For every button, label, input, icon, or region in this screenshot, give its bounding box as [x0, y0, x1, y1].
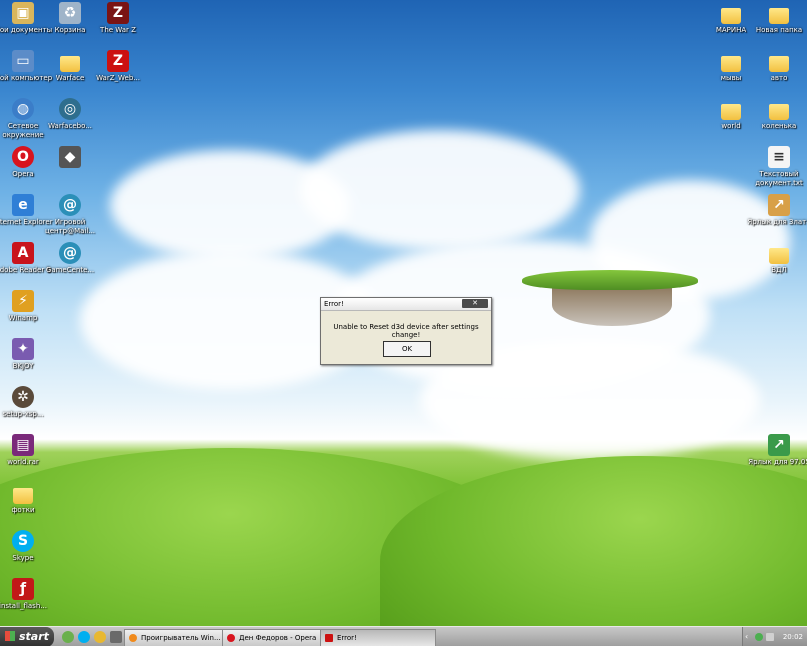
desktop[interactable]: ▣ Мои документы ♻ Корзина Z The War Z ▭ …	[0, 0, 807, 646]
skype-icon: S	[12, 530, 34, 552]
documents-icon: ▣	[12, 2, 34, 24]
app-icon: ◎	[59, 98, 81, 120]
folder-icon	[13, 488, 33, 504]
task-media-player[interactable]: Проигрыватель Win...	[124, 629, 228, 646]
error-dialog[interactable]: Error! ✕ Unable to Reset d3d device afte…	[320, 297, 492, 365]
quicklaunch-skype-icon[interactable]	[78, 631, 90, 643]
computer-icon: ▭	[12, 50, 34, 72]
warz-web-icon: Z	[107, 50, 129, 72]
task-label: Ден Федоров - Opera	[239, 634, 317, 642]
warz-icon: Z	[107, 2, 129, 24]
desktop-icon-new-folder[interactable]: Новая папка	[745, 2, 807, 35]
folder-icon	[769, 104, 789, 120]
folder-icon	[721, 56, 741, 72]
floating-island	[522, 270, 698, 326]
desktop-icon-kolenka[interactable]: коленька	[745, 98, 807, 131]
tray-volume-icon[interactable]	[766, 633, 774, 641]
start-label: start	[19, 630, 49, 643]
desktop-icon-world-rar[interactable]: ▤ world.rar	[0, 434, 57, 467]
desktop-icon-unnamed[interactable]: ◆	[36, 146, 104, 170]
folder-icon	[769, 8, 789, 24]
warz-icon	[325, 634, 333, 642]
tray-shield-icon[interactable]	[755, 633, 763, 641]
quicklaunch-chrome-icon[interactable]	[94, 631, 106, 643]
task-opera[interactable]: Ден Федоров - Opera	[222, 629, 330, 646]
desktop-icon-text-document[interactable]: ≡ Текстовый документ.txt	[745, 146, 807, 188]
desktop-icon-gamecenter[interactable]: @ GameCente...	[36, 242, 104, 275]
shield-icon: ◆	[59, 146, 81, 168]
system-tray: ‹ 20:02	[742, 627, 807, 646]
game-center-icon: @	[59, 242, 81, 264]
shortcut-icon: ↗	[768, 434, 790, 456]
desktop-icon-avto[interactable]: авто	[745, 50, 807, 83]
desktop-icon-shortcut-9705[interactable]: ↗ Ярлык для 97.05	[745, 434, 807, 467]
quicklaunch-app-icon[interactable]	[110, 631, 122, 643]
adobe-reader-icon: A	[12, 242, 34, 264]
island-grass	[522, 270, 698, 290]
task-label: Проигрыватель Win...	[141, 634, 221, 642]
recycle-bin-icon: ♻	[59, 2, 81, 24]
dialog-title: Error!	[324, 300, 344, 308]
desktop-icon-vdl[interactable]: ВДЛ	[745, 242, 807, 275]
clock[interactable]: 20:02	[783, 627, 803, 646]
app-icon: ✦	[12, 338, 34, 360]
folder-icon	[721, 104, 741, 120]
close-button[interactable]: ✕	[462, 299, 488, 308]
ie-icon: e	[12, 194, 34, 216]
game-center-icon: @	[59, 194, 81, 216]
island-rock	[552, 284, 672, 326]
start-button[interactable]: start	[0, 627, 54, 646]
task-label: Error!	[337, 634, 357, 642]
desktop-icon-install-flash[interactable]: ƒ install_flash...	[0, 578, 57, 611]
folder-icon	[769, 56, 789, 72]
desktop-icon-warfacebo[interactable]: ◎ Warfacebo...	[36, 98, 104, 131]
network-icon: ◍	[12, 98, 34, 120]
desktop-icon-the-war-z[interactable]: Z The War Z	[84, 2, 152, 35]
opera-icon	[227, 634, 235, 642]
desktop-icon-shortcut-zlata[interactable]: ↗ Ярлык для Злата	[745, 194, 807, 227]
shortcut-icon: ↗	[768, 194, 790, 216]
desktop-icon-bkjoy[interactable]: ✦ BKJOY	[0, 338, 57, 371]
desktop-icon-winamp[interactable]: ⚡ Winamp	[0, 290, 57, 323]
desktop-icon-setup[interactable]: ✲ setup-xsp...	[0, 386, 57, 419]
folder-icon	[721, 8, 741, 24]
desktop-icon-skype[interactable]: S Skype	[0, 530, 57, 563]
cloud	[300, 130, 580, 250]
folder-icon	[60, 56, 80, 72]
flash-icon: ƒ	[12, 578, 34, 600]
media-player-icon	[129, 634, 137, 642]
winamp-icon: ⚡	[12, 290, 34, 312]
tray-expand-icon[interactable]: ‹	[745, 627, 748, 646]
task-error[interactable]: Error!	[320, 629, 436, 646]
desktop-icon-warz-web[interactable]: Z WarZ_Web...	[84, 50, 152, 83]
opera-icon: O	[12, 146, 34, 168]
windows-logo-icon	[5, 631, 15, 641]
quicklaunch-utorrent-icon[interactable]	[62, 631, 74, 643]
desktop-icon-fotki[interactable]: фотки	[0, 482, 57, 515]
setup-icon: ✲	[12, 386, 34, 408]
folder-icon	[769, 248, 789, 264]
dialog-message: Unable to Reset d3d device after setting…	[333, 323, 479, 339]
taskbar: start Проигрыватель Win... Ден Федоров -…	[0, 626, 807, 646]
dialog-title-bar[interactable]: Error! ✕	[321, 298, 491, 311]
winrar-icon: ▤	[12, 434, 34, 456]
text-file-icon: ≡	[768, 146, 790, 168]
desktop-icon-game-center[interactable]: @ Игровой центр@Mail...	[36, 194, 104, 236]
ok-button[interactable]: OK	[383, 341, 431, 357]
